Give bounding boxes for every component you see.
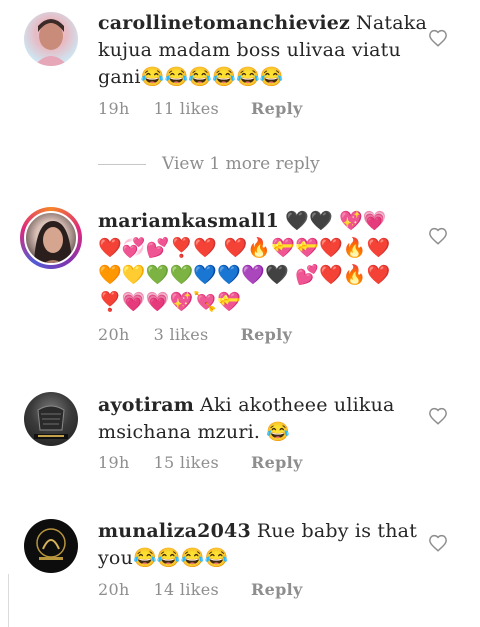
avatar[interactable] [24,392,78,446]
heart-icon[interactable] [428,534,448,552]
comment-text: ayotiram Aki akotheee ulikua msichana mzu… [98,392,418,446]
avatar-story-ring[interactable] [20,207,82,269]
comment-text: carollinetomanchieviez Nataka kujua madam… [98,10,427,91]
scroll-edge-line [8,574,9,627]
comment-username[interactable]: carollinetomanchieviez [98,12,350,34]
avatar[interactable] [24,211,78,265]
comment-meta: 20h 14 likes Reply [98,580,303,599]
reply-button[interactable]: Reply [251,453,303,472]
view-more-label[interactable]: View 1 more reply [162,154,320,174]
avatar-image [36,528,66,560]
avatar[interactable] [24,12,78,66]
comment-username[interactable]: munaliza2043 [98,520,251,542]
avatar[interactable] [24,519,78,573]
comment-meta: 19h 11 likes Reply [98,99,303,118]
reply-button[interactable]: Reply [251,99,303,118]
comment-text: munaliza2043 Rue baby is that you😂😂😂😂 [98,518,418,572]
comment-meta: 20h 3 likes Reply [98,325,292,344]
comment-text: mariamkasmall1 🖤🖤 💖💗❤️💞💕❣️❤️ ❤️🔥💝💝❤️🔥❤️🧡💛… [98,208,408,316]
comment-likes[interactable]: 11 likes [154,99,219,118]
reply-button[interactable]: Reply [251,580,303,599]
comment-time: 19h [98,99,130,118]
comment-username[interactable]: ayotiram [98,394,194,416]
comment-time: 19h [98,453,130,472]
comment-time: 20h [98,580,130,599]
reply-button[interactable]: Reply [241,325,293,344]
avatar-image [34,19,68,66]
heart-icon[interactable] [428,29,448,47]
comment-likes[interactable]: 15 likes [154,453,219,472]
view-more-replies[interactable]: View 1 more reply [98,154,320,176]
divider-line [98,164,146,165]
heart-icon[interactable] [428,227,448,245]
avatar-image [34,221,72,263]
comment-username[interactable]: mariamkasmall1 [98,210,279,232]
comment-time: 20h [98,325,130,344]
heart-icon[interactable] [428,407,448,425]
comment-likes[interactable]: 3 likes [154,325,209,344]
comment-likes[interactable]: 14 likes [154,580,219,599]
comment-meta: 19h 15 likes Reply [98,453,303,472]
avatar-image [34,405,68,439]
